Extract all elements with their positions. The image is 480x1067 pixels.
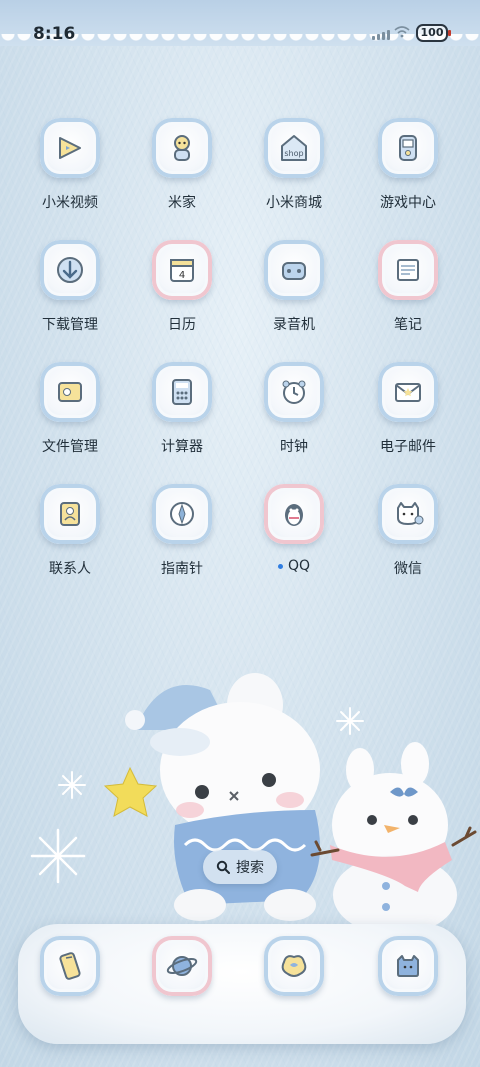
- gamepad-icon: [378, 118, 438, 178]
- download-icon: [40, 240, 100, 300]
- app-contacts[interactable]: 联系人: [14, 484, 126, 594]
- app-label: 小米视频: [42, 195, 98, 211]
- app-download-manager[interactable]: 下载管理: [14, 240, 126, 350]
- recorder-icon: [264, 240, 324, 300]
- app-label: 微信: [394, 561, 422, 577]
- app-qq[interactable]: QQ: [238, 484, 350, 594]
- app-label: 日历: [168, 317, 196, 333]
- app-label: 米家: [168, 195, 196, 211]
- star-icon: [103, 766, 158, 817]
- phone-icon: [40, 936, 100, 996]
- video-icon: [40, 118, 100, 178]
- dock-browser[interactable]: [126, 936, 238, 1006]
- app-label: 小米商城: [266, 195, 322, 211]
- notes-icon: [378, 240, 438, 300]
- app-game-center[interactable]: 游戏中心: [352, 118, 464, 228]
- app-mijia[interactable]: 米家: [126, 118, 238, 228]
- search-icon: [216, 860, 230, 874]
- new-indicator-dot: [277, 563, 283, 569]
- app-label-text: QQ: [287, 558, 311, 574]
- app-label: 录音机: [273, 317, 315, 333]
- compass-icon: [152, 484, 212, 544]
- battery-indicator: 100: [416, 24, 451, 42]
- app-email[interactable]: 电子邮件: [352, 362, 464, 472]
- signal-icon: [372, 30, 390, 40]
- app-recorder[interactable]: 录音机: [238, 240, 350, 350]
- app-xiaomi-video[interactable]: 小米视频: [14, 118, 126, 228]
- snowman-character: [310, 742, 477, 935]
- penguin-icon: [264, 484, 324, 544]
- snowflake-icon: [58, 771, 86, 799]
- app-label: 文件管理: [42, 439, 98, 455]
- dock-gallery[interactable]: [238, 936, 350, 1006]
- app-label: 指南针: [161, 561, 203, 577]
- calculator-icon: [152, 362, 212, 422]
- clock-icon: [264, 362, 324, 422]
- planet-browser-icon: [152, 936, 212, 996]
- app-label: 电子邮件: [380, 439, 436, 455]
- file-manager-icon: [40, 362, 100, 422]
- calendar-day: 4: [179, 270, 185, 281]
- gallery-icon: [264, 936, 324, 996]
- shop-icon: shop: [264, 118, 324, 178]
- svg-text:shop: shop: [284, 149, 303, 158]
- wifi-icon: [394, 26, 410, 38]
- wallpaper-illustration: [30, 673, 477, 935]
- search-button[interactable]: 搜索: [203, 850, 277, 884]
- contacts-icon: [40, 484, 100, 544]
- app-label: 下载管理: [42, 317, 98, 333]
- app-compass[interactable]: 指南针: [126, 484, 238, 594]
- camera-icon: [378, 936, 438, 996]
- snowflake-icon: [336, 707, 364, 735]
- home-robot-icon: [152, 118, 212, 178]
- app-label: 笔记: [394, 317, 422, 333]
- dock-camera[interactable]: [352, 936, 464, 1006]
- status-bar: 8:16 100: [0, 0, 480, 60]
- snowflake-icon: [30, 828, 86, 884]
- app-notes[interactable]: 笔记: [352, 240, 464, 350]
- app-label: 计算器: [161, 439, 203, 455]
- app-label: 联系人: [49, 561, 91, 577]
- app-label: QQ: [277, 558, 311, 574]
- dock-phone[interactable]: [14, 936, 126, 1006]
- app-xiaomi-shop[interactable]: shop 小米商城: [238, 118, 350, 228]
- mail-icon: [378, 362, 438, 422]
- calendar-icon: 4: [152, 240, 212, 300]
- status-time: 8:16: [33, 24, 76, 44]
- search-label: 搜索: [236, 860, 264, 876]
- app-calculator[interactable]: 计算器: [126, 362, 238, 472]
- dock: [18, 924, 466, 1044]
- app-label: 时钟: [280, 439, 308, 455]
- app-clock[interactable]: 时钟: [238, 362, 350, 472]
- app-file-manager[interactable]: 文件管理: [14, 362, 126, 472]
- cat-chat-icon: [378, 484, 438, 544]
- app-label: 游戏中心: [380, 195, 436, 211]
- app-wechat[interactable]: 微信: [352, 484, 464, 594]
- app-calendar[interactable]: 4 日历: [126, 240, 238, 350]
